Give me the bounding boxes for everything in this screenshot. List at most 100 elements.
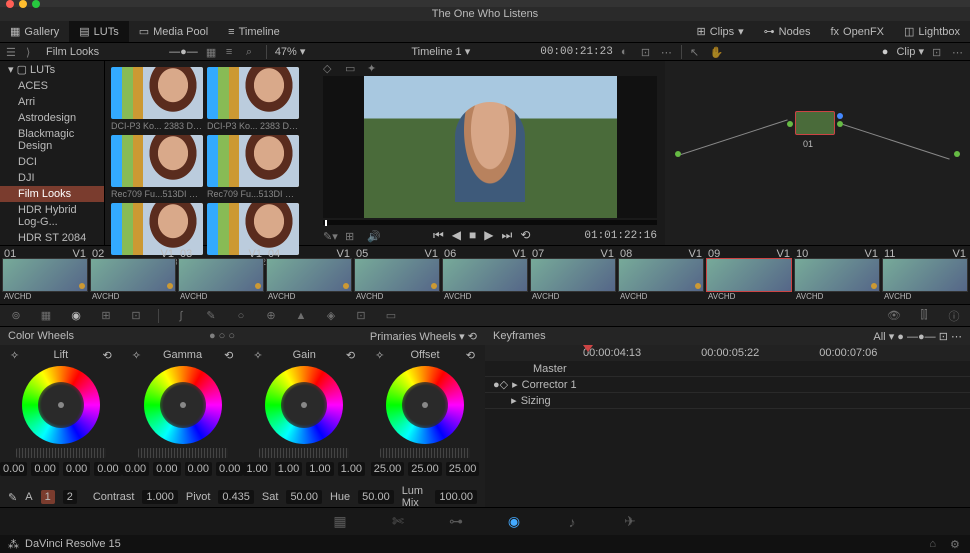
node-canvas[interactable]: 01 xyxy=(665,61,970,227)
hue-value[interactable]: 50.00 xyxy=(358,490,394,504)
maximize-window[interactable] xyxy=(32,0,40,8)
expand-icon[interactable]: ⊡ xyxy=(932,46,944,58)
wheel-value[interactable]: 1.00 xyxy=(275,462,302,476)
wheel-mode-dots[interactable]: ● ○ ○ xyxy=(209,330,235,342)
wheel-value[interactable]: 0.00 xyxy=(0,462,27,476)
media-page-icon[interactable]: ▦ xyxy=(331,513,349,531)
mute-icon[interactable]: 🔊 xyxy=(367,230,379,242)
fusion-page-icon[interactable]: ⊶ xyxy=(447,513,465,531)
kf-row-sizing[interactable]: ● ◇ ▸Sizing xyxy=(485,393,970,409)
more-icon[interactable]: ⋯ xyxy=(661,46,673,58)
page-1[interactable]: 1 xyxy=(41,490,55,504)
kf-filter[interactable]: All xyxy=(873,331,885,343)
options-icon[interactable]: ⋯ xyxy=(951,331,962,343)
wheel-value[interactable]: 25.00 xyxy=(371,462,405,476)
wipe-icon[interactable]: ◐ xyxy=(621,46,633,58)
clip-09[interactable]: 09V1 AVCHD xyxy=(706,248,792,302)
node-output[interactable] xyxy=(954,151,960,157)
clip-03[interactable]: 03V1 AVCHD xyxy=(178,248,264,302)
color-match-icon[interactable]: ▦ xyxy=(38,308,54,324)
wheel-value[interactable]: 1.00 xyxy=(306,462,333,476)
lum-value[interactable]: 100.00 xyxy=(435,490,477,504)
sidebar-toggle-icon[interactable]: ☰ xyxy=(6,46,18,58)
wheel-value[interactable]: 0.00 xyxy=(31,462,58,476)
grid-view-icon[interactable]: ▦ xyxy=(206,46,218,58)
search-icon[interactable]: ⌕ xyxy=(246,46,258,58)
picker-icon[interactable]: ✎ xyxy=(8,491,17,504)
wheel-value[interactable]: 25.00 xyxy=(446,462,480,476)
loop-icon[interactable]: ⟲ xyxy=(520,228,530,243)
color-wheel[interactable] xyxy=(144,366,222,444)
wheel-value[interactable]: 1.00 xyxy=(243,462,270,476)
scopes-icon[interactable]: ⫿⫿ xyxy=(916,308,932,324)
scopes-toggle-icon[interactable]: 👁 xyxy=(886,308,902,324)
wheel-value[interactable]: 1.00 xyxy=(338,462,365,476)
color-wheel[interactable] xyxy=(265,366,343,444)
kf-row-master[interactable]: Master xyxy=(485,361,970,377)
node-dot-icon[interactable]: ● xyxy=(882,46,889,58)
clip-05[interactable]: 05V1 AVCHD xyxy=(354,248,440,302)
split-icon[interactable]: ⊡ xyxy=(641,46,653,58)
camera-raw-icon[interactable]: ⊚ xyxy=(8,308,24,324)
sidebar-header[interactable]: ▾ ▢ LUTs xyxy=(0,61,104,78)
pivot-value[interactable]: 0.435 xyxy=(218,490,254,504)
reset-icon[interactable]: ⟲ xyxy=(224,349,233,362)
nav-gallery[interactable]: ▦Gallery xyxy=(0,21,69,42)
nav-timeline[interactable]: ≡Timeline xyxy=(218,21,290,42)
reset-icon[interactable]: ⟲ xyxy=(102,349,111,362)
wheel-value[interactable]: 0.00 xyxy=(216,462,243,476)
hand-icon[interactable]: ✋ xyxy=(710,46,722,58)
rgb-mixer-icon[interactable]: ⊞ xyxy=(98,308,114,324)
tracker-icon[interactable]: ⊕ xyxy=(263,308,279,324)
sidebar-item-arri[interactable]: Arri xyxy=(0,94,104,110)
wheel-value[interactable]: 0.00 xyxy=(153,462,180,476)
stop-icon[interactable]: ■ xyxy=(469,228,476,243)
viewer-canvas[interactable] xyxy=(323,76,657,218)
contrast-value[interactable]: 1.000 xyxy=(142,490,178,504)
nav-clips[interactable]: ⊞Clips▾ xyxy=(686,21,753,42)
clip-02[interactable]: 02V1 AVCHD xyxy=(90,248,176,302)
bypass-icon[interactable]: ◇ xyxy=(323,62,335,74)
list-view-icon[interactable]: ≡ xyxy=(226,46,238,58)
minimize-window[interactable] xyxy=(19,0,27,8)
wheel-value[interactable]: 0.00 xyxy=(63,462,90,476)
sidebar-item-aces[interactable]: ACES xyxy=(0,78,104,94)
pointer-icon[interactable]: ↖ xyxy=(690,46,702,58)
auto-icon[interactable]: A xyxy=(25,491,32,503)
lut-item-1[interactable]: DCI-P3 Ko... 2383 D65 xyxy=(207,67,299,131)
playhead-icon[interactable] xyxy=(583,345,593,352)
nav-openfx[interactable]: fxOpenFX xyxy=(820,21,894,42)
color-page-icon[interactable]: ◉ xyxy=(505,513,523,531)
sidebar-item-blackmagic[interactable]: Blackmagic Design xyxy=(0,126,104,154)
reset-icon[interactable]: ⟲ xyxy=(468,331,477,343)
nav-lightbox[interactable]: ◫Lightbox xyxy=(894,21,970,42)
kf-ruler[interactable]: 00:00:04:13 00:00:05:22 00:00:07:06 xyxy=(485,345,970,361)
home-icon[interactable]: ⌂ xyxy=(929,538,936,550)
scrubber[interactable] xyxy=(323,220,657,225)
node-alpha-dot[interactable] xyxy=(837,113,843,119)
wheel-value[interactable]: 0.00 xyxy=(122,462,149,476)
caret-icon[interactable]: ▸ xyxy=(512,378,518,391)
window-icon[interactable]: ○ xyxy=(233,308,249,324)
sidebar-item-hdr-hlg[interactable]: HDR Hybrid Log-G... xyxy=(0,202,104,230)
clip-10[interactable]: 10V1 AVCHD xyxy=(794,248,880,302)
lut-item-3[interactable]: Rec709 Fu...513DI D55 xyxy=(207,135,299,199)
sat-value[interactable]: 50.00 xyxy=(286,490,322,504)
nav-media-pool[interactable]: ▭Media Pool xyxy=(129,21,218,42)
fairlight-page-icon[interactable]: ♪ xyxy=(563,513,581,531)
jog-wheel[interactable] xyxy=(259,448,349,458)
sidebar-item-dji[interactable]: DJI xyxy=(0,170,104,186)
gear-icon[interactable]: ⚙ xyxy=(950,538,962,550)
info-icon[interactable]: ⓘ xyxy=(946,308,962,324)
jog-wheel[interactable] xyxy=(380,448,470,458)
lut-item-2[interactable]: Rec709 Fu...513DI D55 xyxy=(111,135,203,199)
sidebar-item-film-looks[interactable]: Film Looks xyxy=(0,186,104,202)
wheel-value[interactable]: 0.00 xyxy=(185,462,212,476)
nav-luts[interactable]: ▤LUTs xyxy=(69,21,128,42)
lock-icon[interactable]: ◇ xyxy=(500,378,508,391)
viewer-timecode[interactable]: 01:01:22:16 xyxy=(584,230,657,242)
nav-nodes[interactable]: ⊶Nodes xyxy=(754,21,821,42)
timeline-timecode[interactable]: 00:00:21:23 xyxy=(540,46,613,58)
key-icon[interactable]: ◈ xyxy=(323,308,339,324)
wheel-value[interactable]: 25.00 xyxy=(408,462,442,476)
